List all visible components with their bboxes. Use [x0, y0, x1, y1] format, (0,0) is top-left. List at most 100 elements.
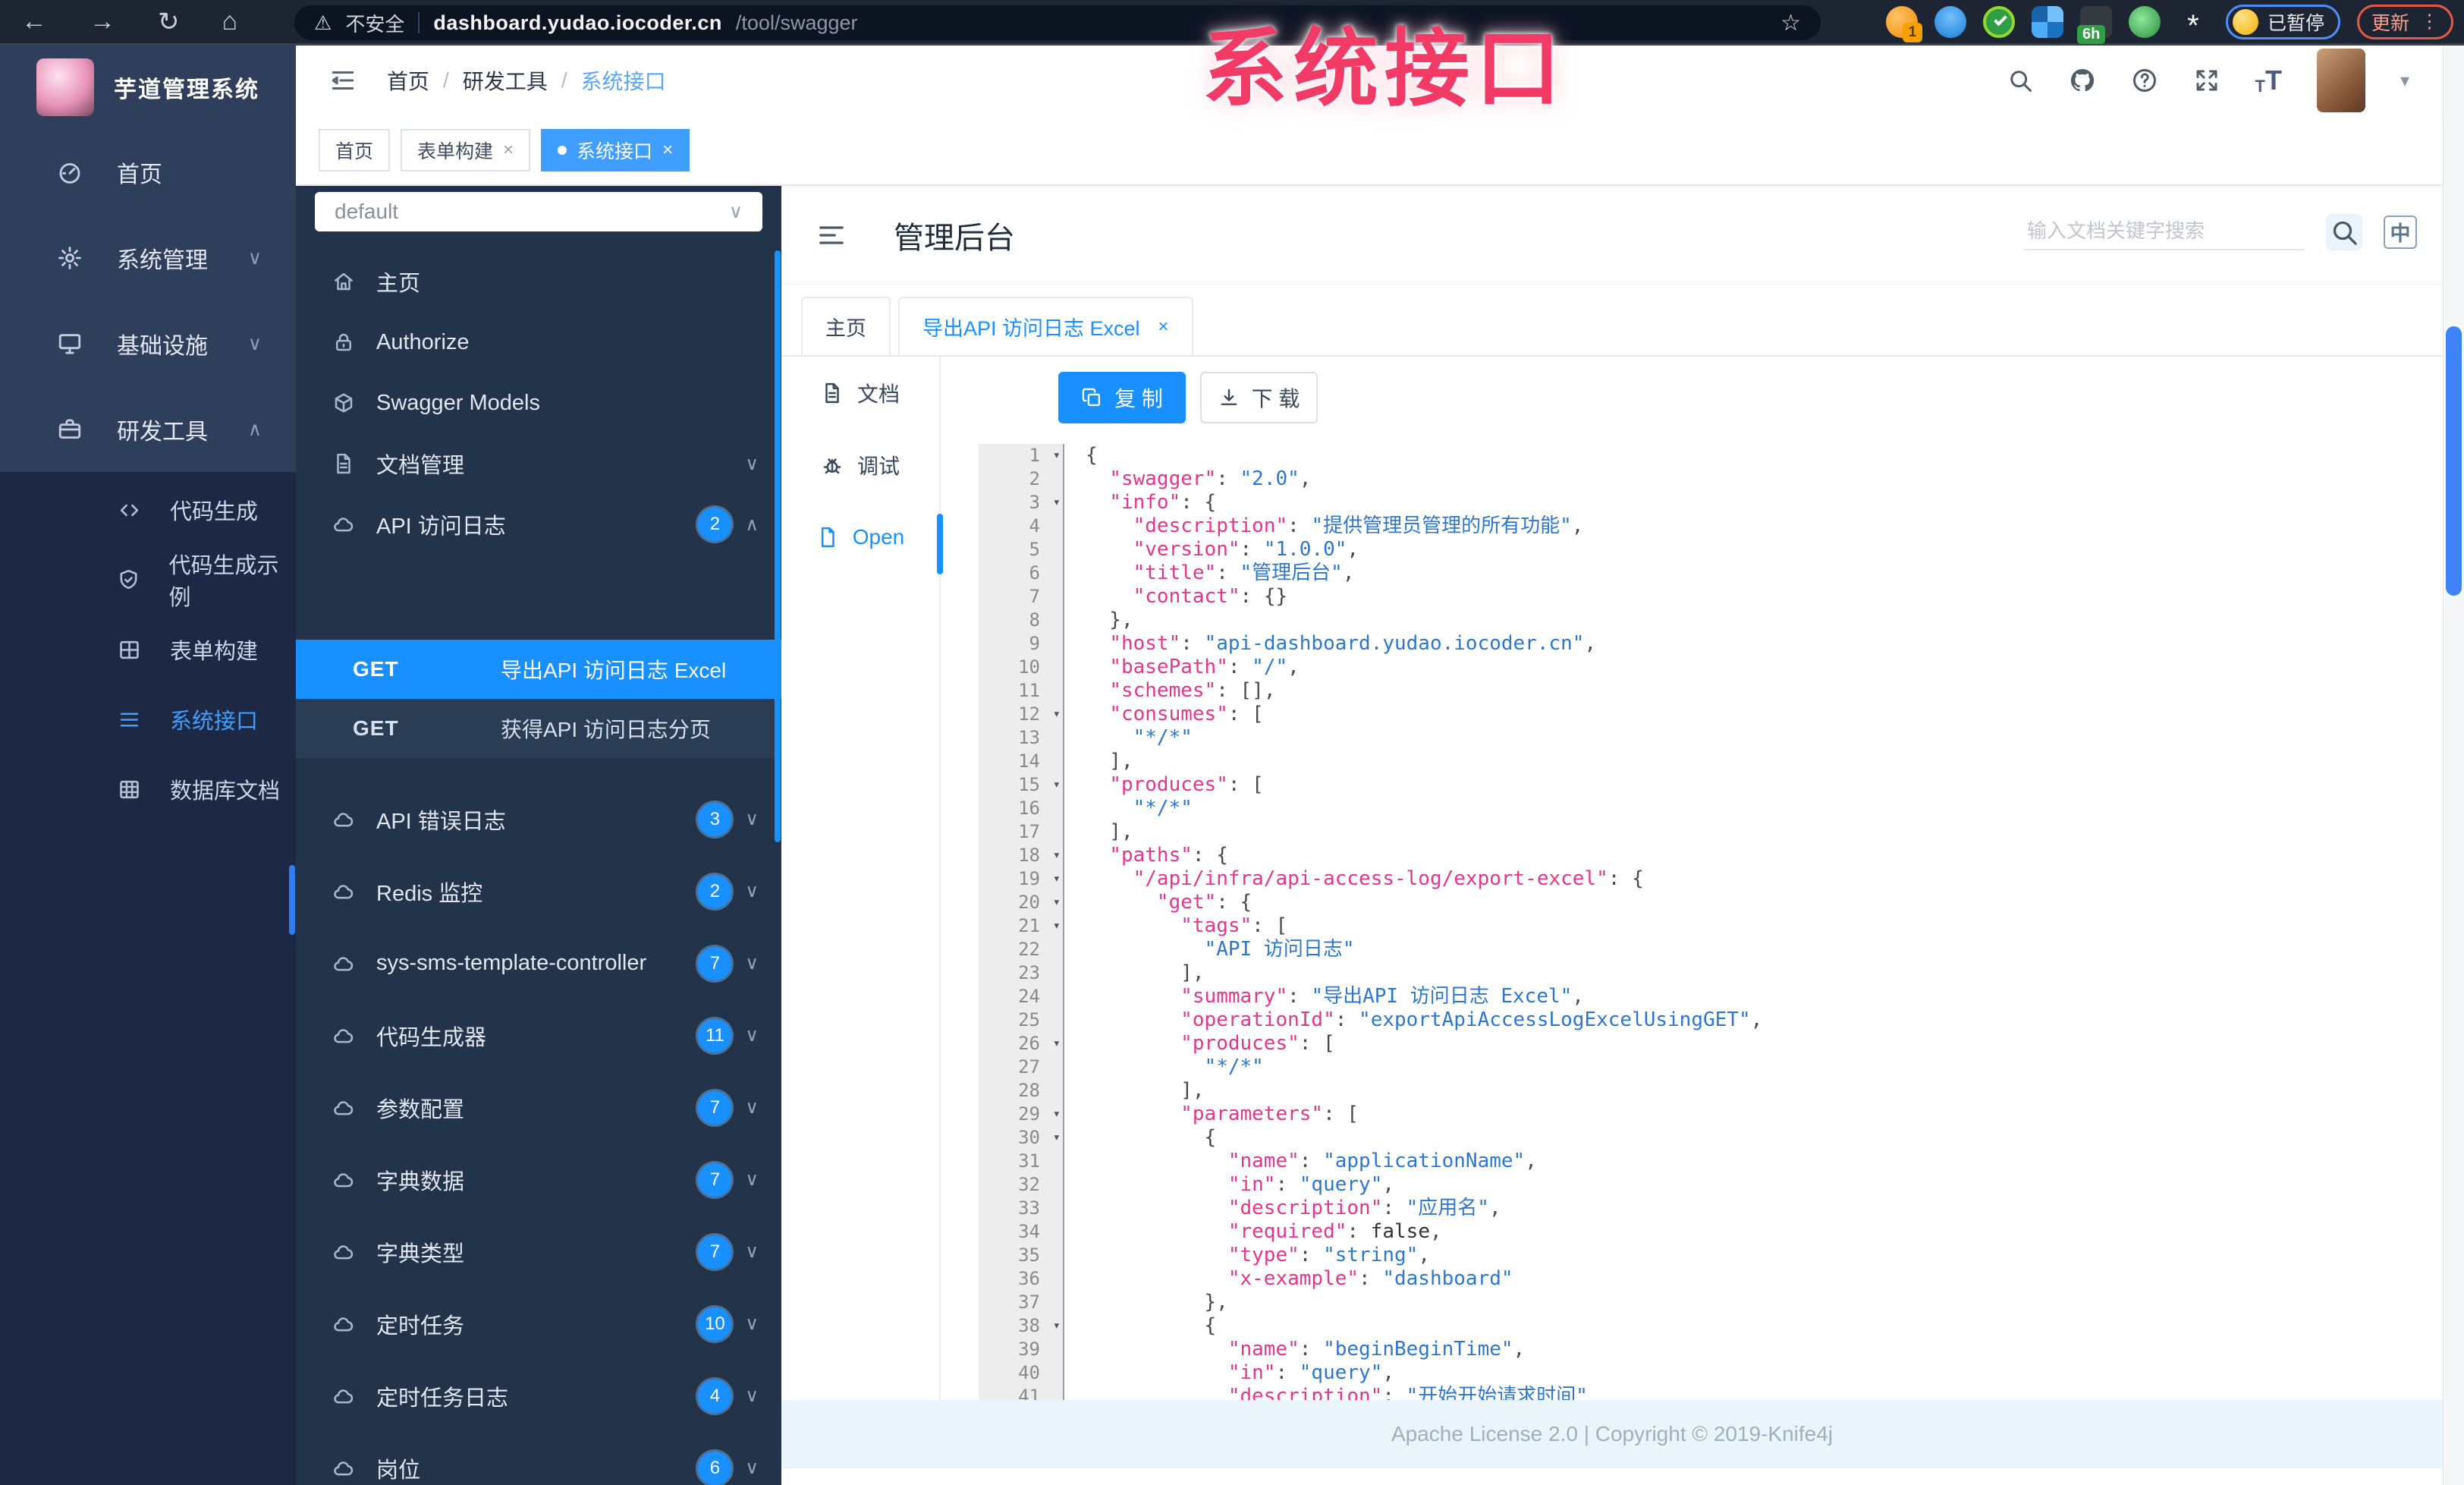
help-icon[interactable]	[2131, 67, 2158, 94]
extension-icon[interactable]	[1934, 5, 1966, 38]
font-size-icon[interactable]	[2255, 64, 2282, 96]
swagger-item-api-access-log[interactable]: API 访问日志 2 ∧	[296, 494, 781, 555]
swagger-group-sys-sms-template-controller[interactable]: sys-sms-template-controller 7 ∨	[296, 927, 781, 999]
api-operation[interactable]: GET 获得API 访问日志分页	[296, 699, 781, 758]
fullscreen-icon[interactable]	[2193, 67, 2220, 94]
fold-arrow-icon[interactable]: ▾	[1053, 891, 1061, 914]
github-icon[interactable]	[2069, 67, 2096, 94]
sidebar-scrollbar-thumb[interactable]	[289, 865, 295, 935]
bookmark-star-icon[interactable]	[1780, 10, 1801, 36]
sidebar-item-code-generation[interactable]: 代码生成	[0, 475, 296, 545]
doc-menu-icon[interactable]	[816, 220, 847, 250]
rail-item-open[interactable]: Open	[781, 501, 939, 573]
browser-back-icon[interactable]	[21, 7, 47, 37]
swagger-group-api-error-log[interactable]: API 错误日志 3 ∨	[296, 783, 781, 855]
app-logo-row[interactable]: 芋道管理系统	[0, 46, 296, 129]
browser-menu-icon[interactable]	[2420, 12, 2439, 31]
swagger-group-dict-type[interactable]: 字典类型 7 ∨	[296, 1216, 781, 1288]
sidebar-item-dev-tools[interactable]: 研发工具 ∧	[0, 386, 296, 472]
swagger-group-param-config[interactable]: 参数配置 7 ∨	[296, 1071, 781, 1144]
swagger-item-home[interactable]: 主页	[296, 251, 781, 312]
search-icon[interactable]	[2007, 67, 2034, 94]
api-operation[interactable]: GET 导出API 访问日志 Excel	[296, 640, 781, 699]
sidebar-item-form-builder[interactable]: 表单构建	[0, 615, 296, 684]
fold-arrow-icon[interactable]: ▾	[1053, 844, 1061, 867]
page-scrollbar[interactable]	[2443, 46, 2464, 1485]
extension-icon[interactable]: 6h	[2076, 5, 2112, 44]
tag-view-系统接口[interactable]: 系统接口 ×	[541, 128, 690, 171]
doc-search-input[interactable]	[2024, 213, 2305, 250]
swagger-group-post[interactable]: 岗位 6 ∨	[296, 1432, 781, 1485]
breadcrumb-item[interactable]: 首页	[387, 65, 429, 96]
rail-item-debug[interactable]: 调试	[781, 429, 939, 501]
count-badge: 7	[698, 1235, 732, 1269]
download-button[interactable]: 下 载	[1200, 372, 1318, 423]
extension-icon[interactable]	[2177, 6, 2209, 38]
code-text: "contact": {}	[1133, 585, 1288, 608]
user-avatar[interactable]	[2316, 49, 2365, 112]
breadcrumb-item[interactable]: 研发工具	[463, 65, 548, 96]
cloud-icon	[328, 952, 360, 975]
browser-reload-icon[interactable]	[158, 7, 180, 37]
sidebar-collapse-icon[interactable]	[329, 67, 357, 94]
swagger-group-redis-monitor[interactable]: Redis 监控 2 ∨	[296, 855, 781, 927]
swagger-group-label: sys-sms-template-controller	[376, 951, 647, 975]
sidebar-item-code-generation-demo[interactable]: 代码生成示例	[0, 545, 296, 615]
close-icon[interactable]: ×	[662, 140, 673, 161]
swagger-scrollbar-thumb[interactable]	[775, 250, 781, 842]
browser-profile-chip[interactable]: 已暂停	[2225, 4, 2340, 39]
breadcrumb-item: 系统接口	[580, 70, 666, 93]
code-line: 3 ▾ "info": {	[979, 491, 2359, 514]
close-icon[interactable]: ×	[503, 140, 514, 161]
code-line: 23 ],	[979, 961, 2359, 985]
swagger-group-scheduled-task-log[interactable]: 定时任务日志 4 ∨	[296, 1360, 781, 1432]
fold-arrow-icon[interactable]: ▾	[1053, 444, 1061, 467]
swagger-item-swagger-models[interactable]: Swagger Models	[296, 373, 781, 433]
rail-item-document[interactable]: 文档	[781, 357, 939, 429]
browser-forward-icon[interactable]	[90, 7, 115, 37]
fold-arrow-icon[interactable]: ▾	[1053, 867, 1061, 891]
extension-icon[interactable]: 1	[1885, 5, 1922, 42]
fold-arrow-icon[interactable]: ▾	[1053, 1126, 1061, 1150]
code-text: "description": "应用名",	[1227, 1197, 1501, 1219]
tag-view-首页[interactable]: 首页	[319, 128, 391, 171]
user-menu-caret-icon[interactable]	[2400, 70, 2409, 92]
sidebar-item-infrastructure[interactable]: 基础设施 ∨	[0, 300, 296, 386]
language-toggle-icon[interactable]: 中	[2384, 215, 2417, 249]
browser-update-button[interactable]: 更新	[2356, 4, 2453, 39]
code-icon	[114, 499, 144, 522]
tag-view-表单构建[interactable]: 表单构建 ×	[401, 128, 531, 171]
swagger-item-doc-management[interactable]: 文档管理 ∨	[296, 433, 781, 494]
extension-icon[interactable]	[2031, 5, 2063, 38]
fold-arrow-icon[interactable]: ▾	[1053, 1314, 1061, 1338]
fold-arrow-icon[interactable]: ▾	[1053, 773, 1061, 797]
swagger-item-authorize[interactable]: Authorize	[296, 312, 781, 373]
extension-icon[interactable]	[1982, 5, 2015, 38]
copy-button[interactable]: 复 制	[1058, 372, 1186, 423]
fold-arrow-icon[interactable]: ▾	[1053, 1103, 1061, 1126]
doc-tab-导出API 访问日志 Excel[interactable]: 导出API 访问日志 Excel ×	[898, 297, 1193, 355]
sidebar-item-system-api[interactable]: 系统接口	[0, 684, 296, 754]
cloud-icon	[328, 1024, 360, 1047]
line-number: 34	[979, 1220, 1064, 1244]
fold-arrow-icon[interactable]: ▾	[1053, 1032, 1061, 1056]
api-group-select[interactable]: default ∨	[315, 192, 762, 231]
doc-tab-主页[interactable]: 主页	[801, 297, 891, 355]
swagger-group-dict-data[interactable]: 字典数据 7 ∨	[296, 1144, 781, 1216]
address-bar[interactable]: 不安全 dashboard.yudao.iocoder.cn /tool/swa…	[294, 5, 1821, 40]
sidebar-item-database-doc[interactable]: 数据库文档	[0, 754, 296, 824]
fold-arrow-icon[interactable]: ▾	[1053, 914, 1061, 938]
sidebar-item-system-management[interactable]: 系统管理 ∨	[0, 215, 296, 300]
line-number: 29 ▾	[979, 1103, 1064, 1126]
doc-search-icon[interactable]	[2326, 213, 2362, 250]
browser-home-icon[interactable]	[222, 7, 238, 37]
close-icon[interactable]: ×	[1158, 316, 1169, 338]
swagger-group-code-generator[interactable]: 代码生成器 11 ∨	[296, 999, 781, 1071]
extension-icon[interactable]	[2128, 5, 2161, 38]
fold-arrow-icon[interactable]: ▾	[1053, 703, 1061, 726]
json-code-editor[interactable]: 1 ▾{2 "swagger": "2.0", 3 ▾ "info": {4 "des…	[979, 444, 2359, 1402]
sidebar-item-home[interactable]: 首页	[0, 129, 296, 215]
page-scrollbar-thumb[interactable]	[2446, 326, 2462, 596]
fold-arrow-icon[interactable]: ▾	[1053, 491, 1061, 514]
swagger-group-scheduled-task[interactable]: 定时任务 10 ∨	[296, 1288, 781, 1360]
